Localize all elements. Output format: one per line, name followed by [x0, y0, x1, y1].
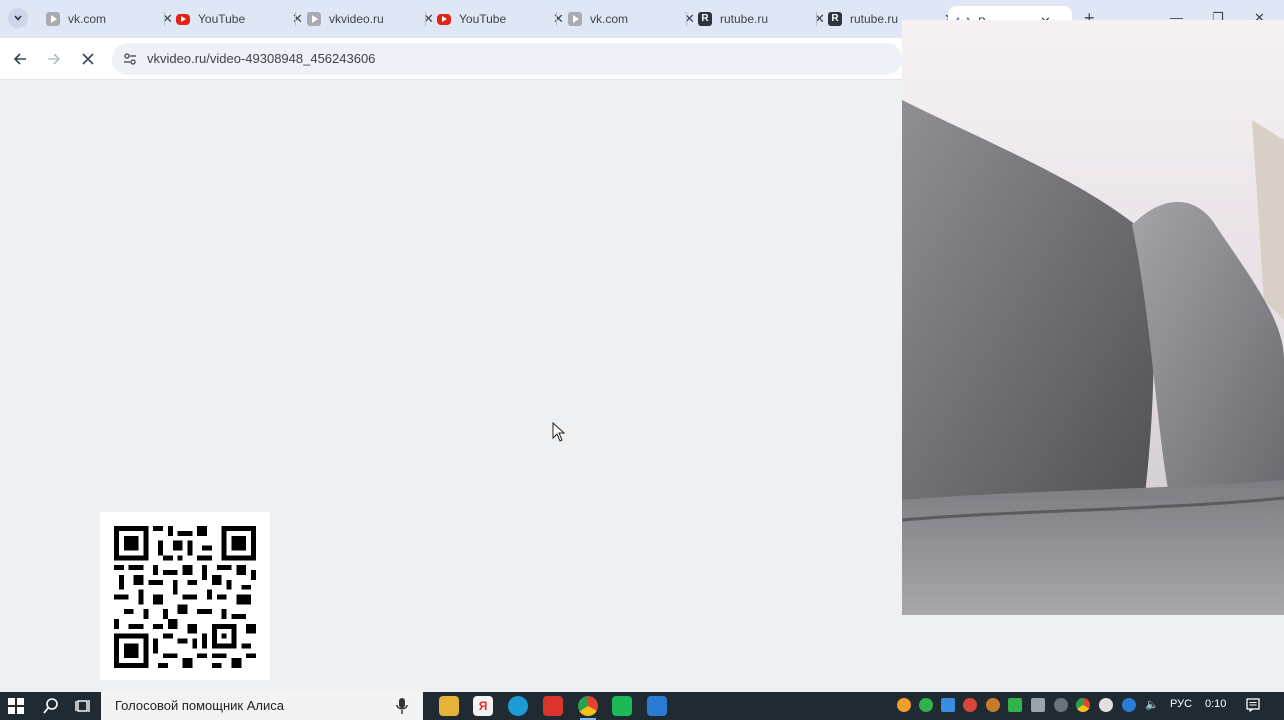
tab-separator [556, 12, 557, 26]
url-text: vkvideo.ru/video-49308948_456243606 [147, 51, 376, 66]
windows-start-icon[interactable] [8, 698, 24, 714]
blue-app-icon[interactable] [647, 696, 667, 716]
chevron-down-icon [14, 15, 22, 21]
chrome-icon[interactable] [578, 696, 598, 720]
tray-app-icon[interactable] [1031, 698, 1045, 712]
webcam-scene [902, 20, 1284, 615]
qr-code-panel [100, 512, 270, 680]
tab-label: vk.com [68, 12, 107, 26]
green-app-icon[interactable] [612, 696, 632, 716]
tab-vk-com[interactable]: vk.com ✕ [38, 6, 181, 32]
tray-app-icon[interactable] [986, 698, 1000, 712]
tab-vk-com-2[interactable]: vk.com ✕ [560, 6, 703, 32]
network-icon[interactable] [1054, 698, 1068, 712]
microphone-icon[interactable] [395, 697, 409, 715]
rutube-icon: R [698, 12, 712, 26]
red-app-icon[interactable] [543, 696, 563, 716]
webcam-feed [902, 20, 1284, 615]
tab-vkvideo[interactable]: vkvideo.ru ✕ [299, 6, 442, 32]
forward-button[interactable] [43, 48, 65, 70]
arrow-left-icon [13, 53, 26, 65]
arrow-right-icon [48, 53, 61, 65]
tab-youtube-2[interactable]: YouTube ✕ [429, 6, 572, 32]
tab-label: vkvideo.ru [329, 12, 384, 26]
vk-video-icon [568, 12, 582, 26]
windows-taskbar: Голосовой помощник Алиса Я 🔈 РУС 0:10 [0, 692, 1284, 720]
tab-label: rutube.ru [720, 12, 769, 26]
tab-youtube[interactable]: YouTube ✕ [168, 6, 311, 32]
back-button[interactable] [9, 48, 31, 70]
mouse-cursor-icon [552, 422, 566, 442]
search-text: Голосовой помощник Алиса [115, 698, 284, 713]
tab-separator [816, 12, 817, 26]
site-info-icon[interactable] [122, 51, 138, 67]
search-icon[interactable] [42, 697, 60, 715]
youtube-icon [176, 13, 190, 25]
stop-x-icon [82, 53, 94, 65]
tray-app-icon[interactable] [963, 698, 977, 712]
yandex-browser-icon[interactable]: Я [473, 696, 493, 716]
tab-separator [425, 12, 426, 26]
tab-separator [164, 12, 165, 26]
youtube-icon [437, 13, 451, 25]
rutube-icon: R [828, 12, 842, 26]
tray-app-icon[interactable] [1008, 698, 1022, 712]
vk-video-icon [46, 12, 60, 26]
tray-app-icon[interactable] [919, 698, 933, 712]
tab-label: vk.com [590, 12, 629, 26]
tab-separator [295, 12, 296, 26]
stop-loading-button[interactable] [77, 48, 99, 70]
qr-code-icon [114, 526, 256, 668]
tray-app-icon[interactable] [1122, 698, 1136, 712]
file-explorer-icon[interactable] [439, 696, 459, 716]
tab-label: YouTube [459, 12, 507, 26]
task-view-icon[interactable] [75, 697, 93, 715]
tray-app-icon[interactable] [941, 698, 955, 712]
tray-app-icon[interactable] [897, 698, 911, 712]
yandex-tray-icon[interactable] [1099, 698, 1113, 712]
tray-app-icon[interactable] [1076, 698, 1090, 712]
voice-assistant-search[interactable]: Голосовой помощник Алиса [101, 692, 423, 720]
notification-icon[interactable] [1246, 698, 1260, 712]
language-indicator[interactable]: РУС [1170, 698, 1192, 710]
volume-icon[interactable]: 🔈 [1145, 698, 1159, 712]
tab-separator [686, 12, 687, 26]
tab-label: YouTube [198, 12, 246, 26]
edge-icon[interactable] [508, 696, 528, 716]
vk-video-icon [307, 12, 321, 26]
clock[interactable]: 0:10 [1205, 698, 1226, 710]
tab-search-button[interactable] [8, 8, 28, 28]
tab-rutube[interactable]: R rutube.ru ✕ [690, 6, 833, 32]
address-bar[interactable]: vkvideo.ru/video-49308948_456243606 [112, 43, 902, 75]
